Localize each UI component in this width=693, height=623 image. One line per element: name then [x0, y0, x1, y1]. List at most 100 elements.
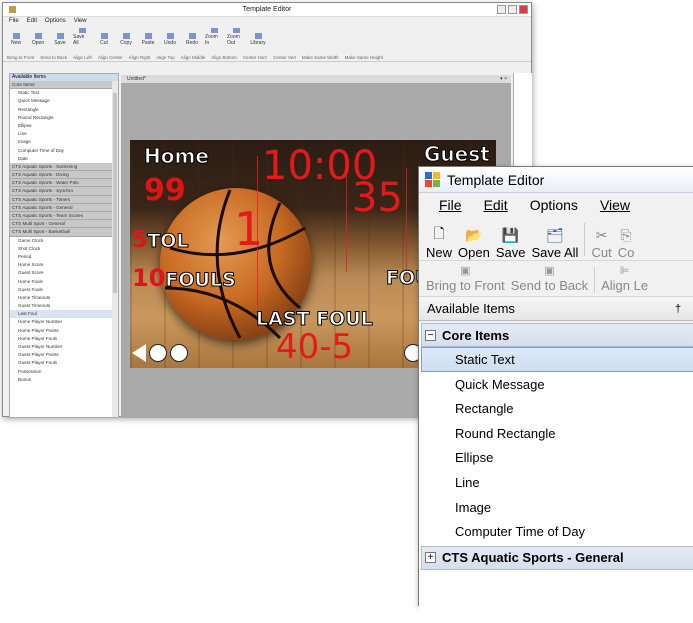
tree-item[interactable]: Guest Player Points: [10, 351, 118, 359]
toolbar-button[interactable]: Open: [29, 28, 47, 46]
document-tab[interactable]: Untitled* ▾ ×: [121, 75, 511, 83]
toolbar-button[interactable]: Zoom In: [205, 28, 223, 46]
tree-item[interactable]: Home Player Fouls: [10, 335, 118, 343]
menu-file[interactable]: File: [425, 197, 472, 213]
expand-icon[interactable]: +: [425, 552, 436, 564]
align-left-button[interactable]: ⊫ Align Le: [598, 264, 651, 296]
tree-group[interactable]: CTS Multi Sport - Basketball: [10, 228, 118, 237]
group-core-items[interactable]: − Core Items: [421, 323, 693, 347]
scrollbar[interactable]: [112, 81, 118, 417]
tree-item[interactable]: Home Timeouts: [10, 294, 118, 302]
tree-item[interactable]: Possession: [10, 368, 118, 376]
tree-item[interactable]: Computer Time of Day: [10, 147, 118, 155]
item-ellipse[interactable]: Ellipse: [421, 445, 693, 470]
tree-group[interactable]: CTS Aquatic Sports - Diving: [10, 171, 118, 180]
layout-button[interactable]: Make Same Height: [345, 49, 383, 60]
tree-group[interactable]: CTS Aquatic Sports - Swimming: [10, 162, 118, 172]
tree-group[interactable]: Core Items: [10, 81, 118, 90]
tree-item[interactable]: Guest Player Fouls: [10, 359, 118, 367]
guest-score[interactable]: 35: [352, 178, 403, 218]
toolbar-button[interactable]: Library: [249, 28, 267, 46]
minimize-button[interactable]: [497, 5, 506, 14]
layout-button[interactable]: Center Vert: [273, 49, 296, 60]
layout-button[interactable]: Align Top: [156, 49, 174, 60]
tree-item[interactable]: Guest Player Number: [10, 343, 118, 351]
item-quick-message[interactable]: Quick Message: [421, 372, 693, 397]
tree-item[interactable]: Guest Fouls: [10, 286, 118, 294]
collapse-icon[interactable]: −: [425, 329, 436, 341]
tree-item[interactable]: Home Fouls: [10, 278, 118, 286]
layout-button[interactable]: Align Center: [98, 49, 123, 60]
toolbar-button[interactable]: Copy: [117, 28, 135, 46]
tree-item[interactable]: Quick Message: [10, 97, 118, 105]
item-static-text[interactable]: Static Text: [421, 347, 693, 372]
open-button[interactable]: 📂 Open: [455, 219, 493, 261]
toolbar-button[interactable]: Zoom Out: [227, 28, 245, 46]
layout-button[interactable]: Align Right: [129, 49, 151, 60]
item-computer-time-of-day[interactable]: Computer Time of Day: [421, 519, 693, 544]
tree-item[interactable]: Home Player Points: [10, 327, 118, 335]
close-tab-icon[interactable]: ▾ ×: [500, 75, 507, 83]
menu-options[interactable]: Options: [518, 197, 588, 213]
tree-item[interactable]: Last Foul: [10, 310, 118, 319]
menu-file[interactable]: File: [9, 17, 19, 26]
pin-icon[interactable]: †: [675, 297, 681, 321]
toolbar-button[interactable]: Redo: [183, 28, 201, 46]
home-score[interactable]: 99: [144, 176, 186, 206]
tree-item[interactable]: Image: [10, 138, 118, 146]
item-line[interactable]: Line: [421, 470, 693, 495]
home-timeouts[interactable]: 5TOL: [132, 230, 189, 252]
menu-options[interactable]: Options: [45, 17, 66, 26]
maximize-button[interactable]: [508, 5, 517, 14]
tree-item[interactable]: Static Text: [10, 89, 118, 97]
new-button[interactable]: 🗋 New: [423, 219, 455, 260]
tree-group[interactable]: CTS Aquatic Sports - General: [10, 203, 118, 212]
toolbar-button[interactable]: New: [7, 28, 25, 46]
last-foul-value[interactable]: 40-5: [276, 330, 353, 364]
tree-item[interactable]: Ellipse: [10, 122, 118, 130]
menu-edit[interactable]: Edit: [472, 197, 518, 213]
layout-button[interactable]: Send to Back: [40, 49, 67, 60]
tree-group[interactable]: CTS Aquatic Sports - Team Scores: [10, 212, 118, 221]
item-round-rectangle[interactable]: Round Rectangle: [421, 421, 693, 446]
guest-label[interactable]: Guest: [424, 144, 491, 165]
tree-item[interactable]: Guest Score: [10, 269, 118, 277]
toolbar-button[interactable]: Save All: [73, 28, 91, 46]
tree-group[interactable]: CTS Multi Sport - General: [10, 220, 118, 229]
period[interactable]: 1: [234, 206, 263, 252]
item-rectangle[interactable]: Rectangle: [421, 396, 693, 421]
tree-group[interactable]: CTS Aquatic Sports - Water Polo: [10, 179, 118, 188]
menu-view[interactable]: View: [74, 17, 87, 26]
tree-item[interactable]: Game Clock: [10, 237, 118, 245]
menu-edit[interactable]: Edit: [27, 17, 37, 26]
layout-button[interactable]: Align Bottom: [211, 49, 237, 60]
bring-to-front-button[interactable]: ▣ Bring to Front: [423, 264, 508, 296]
tree-item[interactable]: Date: [10, 155, 118, 163]
send-to-back-button[interactable]: ▣ Send to Back: [508, 264, 591, 296]
toolbar-button[interactable]: Cut: [95, 28, 113, 46]
layout-button[interactable]: Make Same Width: [302, 49, 339, 60]
tree-item[interactable]: Home Score: [10, 261, 118, 269]
group-cts-aquatic-general[interactable]: + CTS Aquatic Sports - General: [421, 545, 693, 570]
tree-item[interactable]: Shot Clock: [10, 245, 118, 253]
layout-button[interactable]: Align Middle: [181, 49, 206, 60]
layout-button[interactable]: Align Left: [73, 49, 92, 60]
copy-button[interactable]: ⎘ Co: [615, 219, 638, 261]
tree-item[interactable]: Bonus: [10, 376, 118, 384]
home-label[interactable]: Home: [144, 146, 210, 167]
toolbar-button[interactable]: Undo: [161, 28, 179, 46]
item-image[interactable]: Image: [421, 495, 693, 520]
toolbar-button[interactable]: Save: [51, 28, 69, 46]
tree-item[interactable]: Guest Timeouts: [10, 302, 118, 310]
tree-item[interactable]: Home Player Number: [10, 318, 118, 326]
menu-view[interactable]: View: [588, 197, 640, 213]
tree-item[interactable]: Line: [10, 130, 118, 138]
save-all-button[interactable]: 🗂 Save All: [528, 219, 581, 261]
tree-item[interactable]: Period: [10, 253, 118, 261]
tree-group[interactable]: CTS Aquatic Sports - Synchro: [10, 187, 118, 196]
tree-item[interactable]: Round Rectangle: [10, 114, 118, 122]
home-fouls[interactable]: 10FOULS: [132, 266, 236, 290]
close-button[interactable]: [519, 5, 528, 14]
possession-timeout-indicators[interactable]: [132, 344, 188, 362]
save-button[interactable]: 💾 Save: [493, 219, 529, 261]
